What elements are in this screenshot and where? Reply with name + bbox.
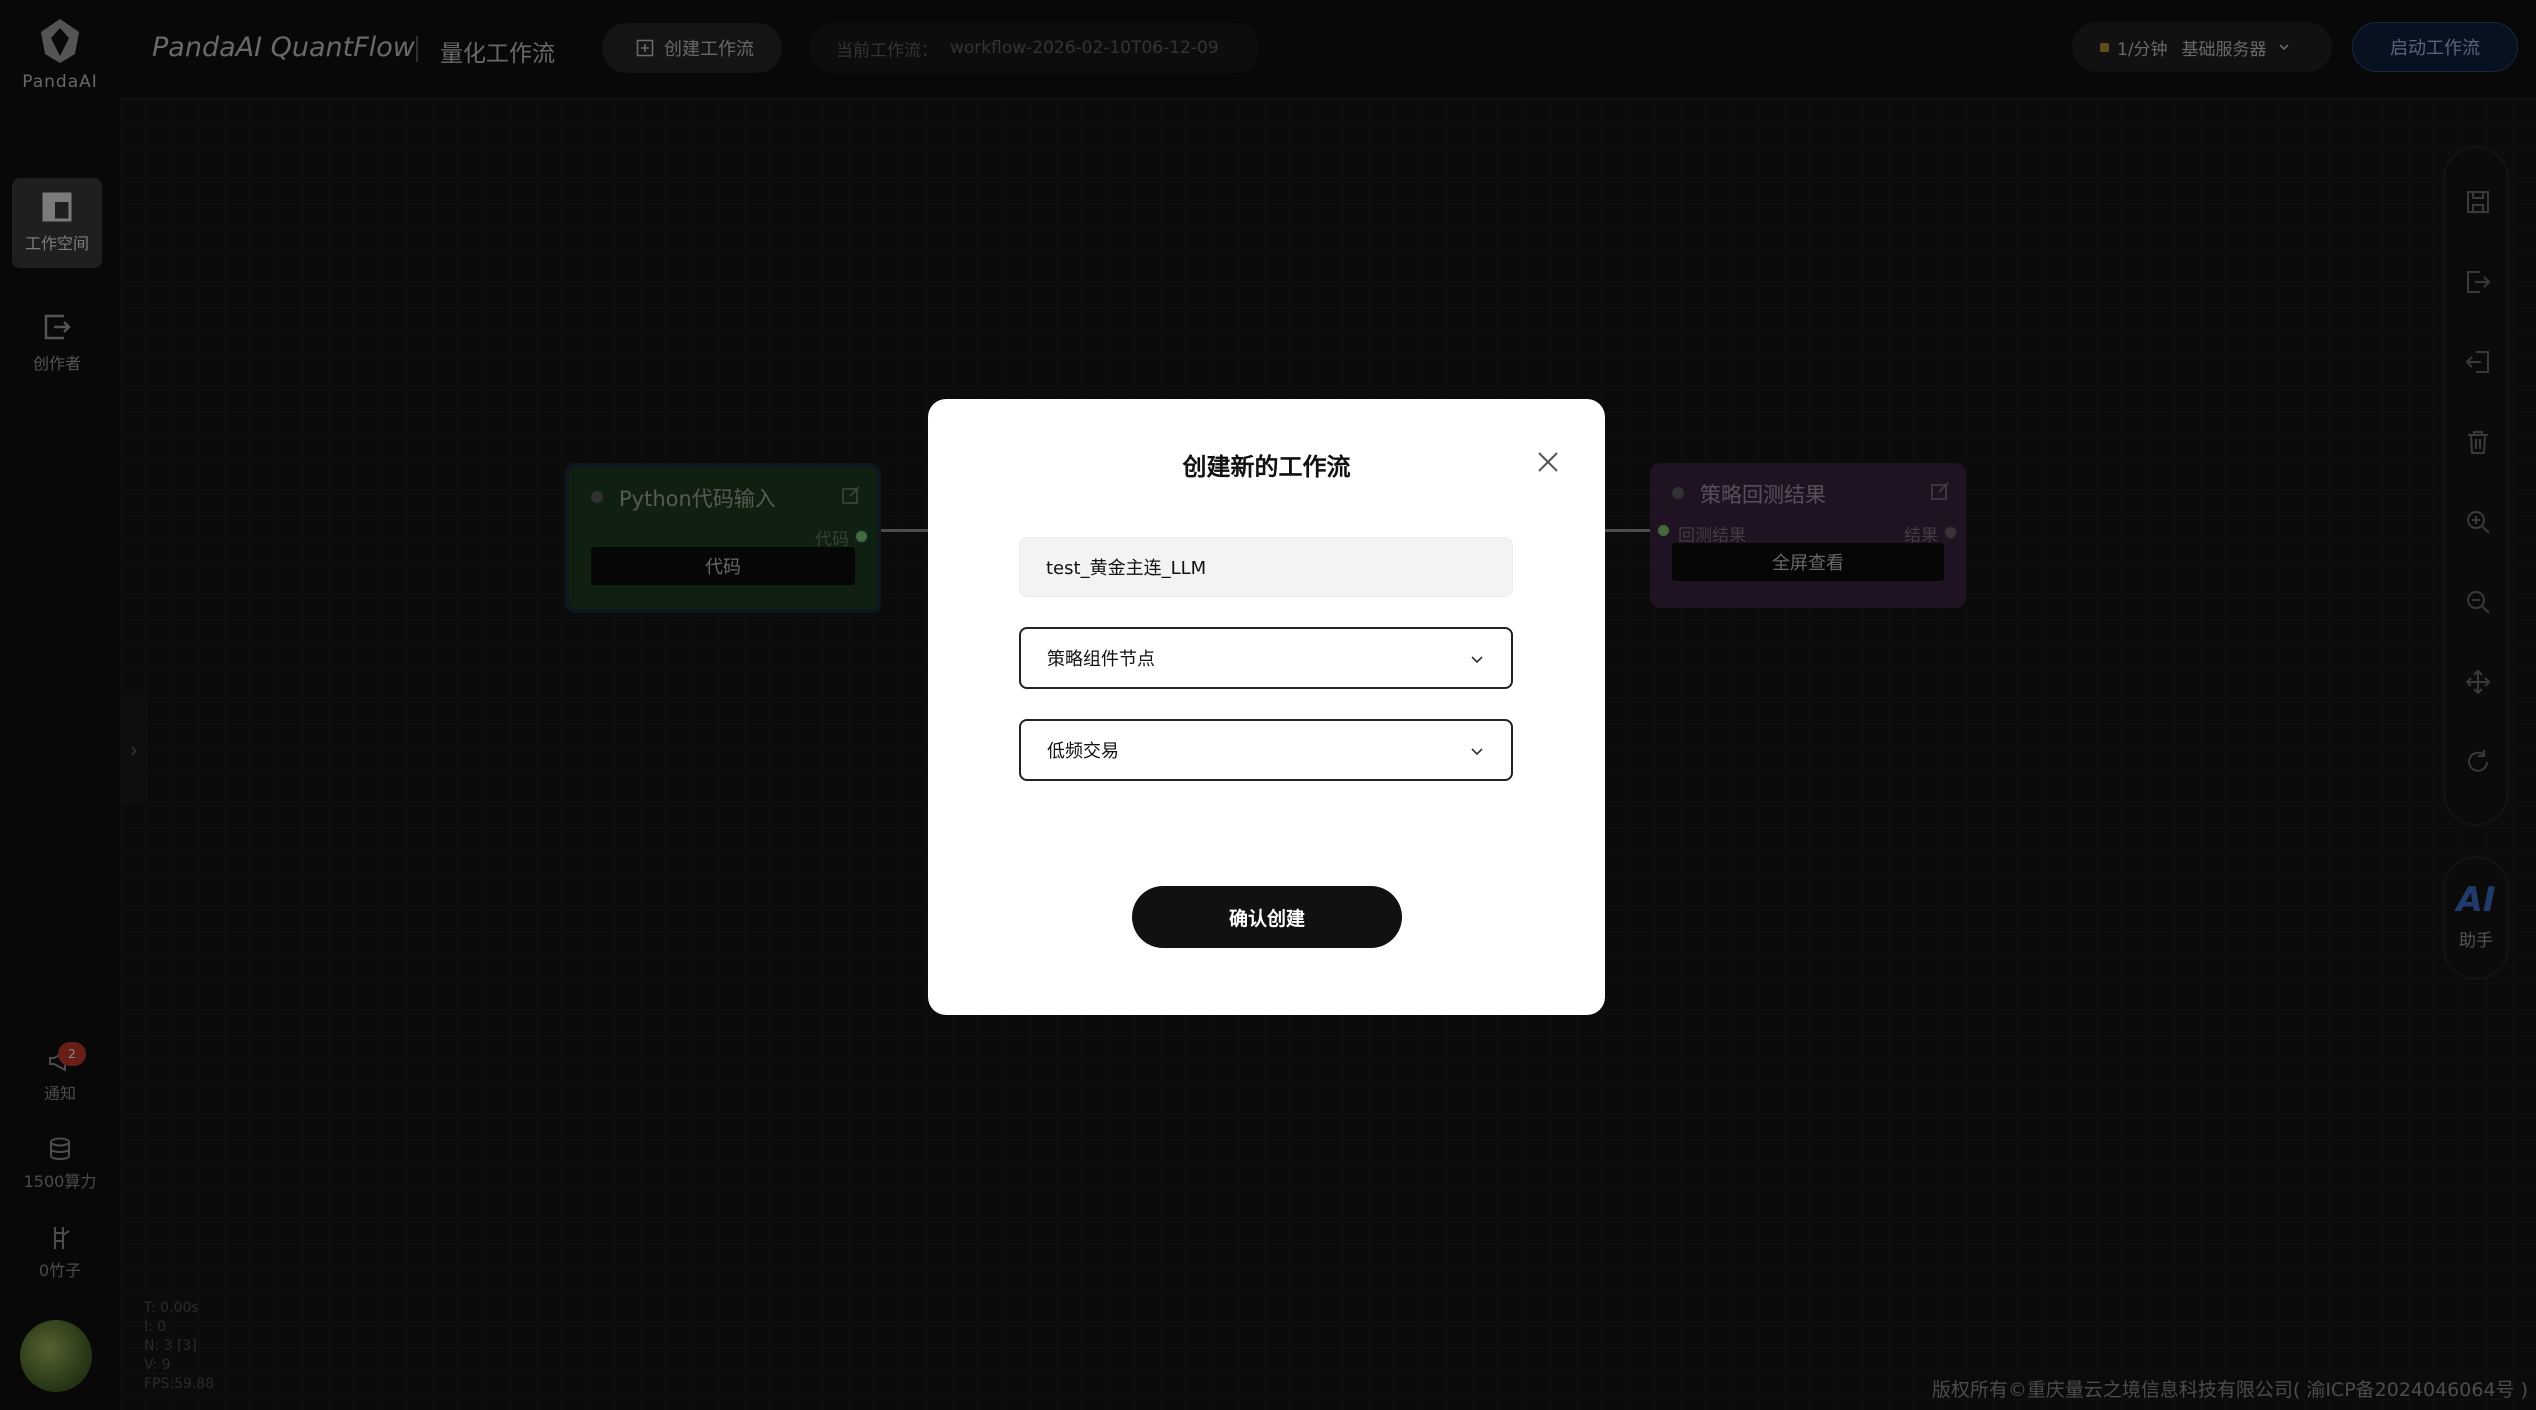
trading-type-select[interactable]: 低频交易 bbox=[1019, 719, 1513, 781]
chevron-down-icon bbox=[1471, 656, 1483, 664]
workflow-name-field[interactable] bbox=[1019, 537, 1513, 597]
confirm-create-button[interactable]: 确认创建 bbox=[1132, 886, 1402, 948]
dialog-title: 创建新的工作流 bbox=[1182, 453, 1351, 481]
create-workflow-dialog: 创建新的工作流 策略组件节点 低频交易 确认创建 bbox=[928, 399, 1605, 1015]
trading-type-selected-value: 低频交易 bbox=[1047, 741, 1119, 762]
category-select[interactable]: 策略组件节点 bbox=[1019, 627, 1513, 689]
workflow-name-input[interactable] bbox=[1044, 555, 1512, 579]
chevron-down-icon bbox=[1471, 748, 1483, 756]
close-icon[interactable] bbox=[1535, 449, 1561, 475]
category-selected-value: 策略组件节点 bbox=[1047, 649, 1155, 670]
